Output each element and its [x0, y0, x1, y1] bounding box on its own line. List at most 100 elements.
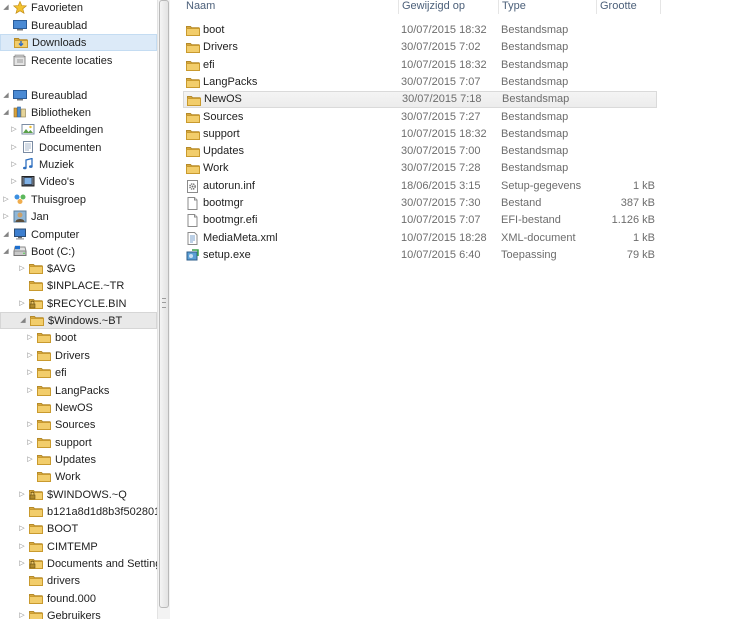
- file-row[interactable]: Updates 30/07/2015 7:00 Bestandsmap: [183, 143, 657, 160]
- collapsed-arrow-icon[interactable]: ▷: [10, 161, 18, 169]
- nav-item[interactable]: ▷ Muziek: [0, 156, 157, 173]
- nav-item[interactable]: ◢ Bibliotheken: [0, 104, 157, 121]
- collapsed-arrow-icon[interactable]: ▷: [2, 196, 10, 204]
- nav-item[interactable]: ▷ $WINDOWS.~Q: [0, 486, 157, 503]
- expanded-arrow-icon[interactable]: ◢: [2, 92, 10, 100]
- expanded-arrow-icon[interactable]: ◢: [2, 4, 10, 12]
- collapsed-arrow-icon[interactable]: ▷: [26, 334, 34, 342]
- nav-item[interactable]: ◢ Boot (C:): [0, 243, 157, 260]
- expanded-arrow-icon[interactable]: ◢: [2, 109, 10, 117]
- collapsed-arrow-icon[interactable]: ▷: [10, 144, 18, 152]
- nav-item[interactable]: Bureaublad: [0, 17, 157, 34]
- nav-item[interactable]: found.000: [0, 590, 157, 607]
- file-row[interactable]: setup.exe 10/07/2015 6:40 Toepassing 79 kB: [183, 247, 657, 264]
- collapsed-arrow-icon[interactable]: ▷: [10, 126, 18, 134]
- nav-item[interactable]: ▷ support: [0, 434, 157, 451]
- pictures-library-icon: [21, 123, 36, 137]
- file-type: XML-document: [501, 231, 576, 244]
- no-arrow: [2, 22, 10, 30]
- collapsed-arrow-icon[interactable]: ▷: [26, 421, 34, 429]
- expanded-arrow-icon[interactable]: ◢: [19, 317, 27, 325]
- nav-item[interactable]: ▷ Documenten: [0, 139, 157, 156]
- collapsed-arrow-icon[interactable]: ▷: [26, 352, 34, 360]
- nav-item[interactable]: ▷ Afbeeldingen: [0, 121, 157, 138]
- nav-item[interactable]: ▷ boot: [0, 329, 157, 346]
- file-row[interactable]: bootmgr.efi 10/07/2015 7:07 EFI-bestand 1.1…: [183, 212, 657, 229]
- nav-item[interactable]: ▷ $AVG: [0, 260, 157, 277]
- nav-item[interactable]: b121a8d1d8b3f502801d: [0, 503, 157, 520]
- nav-item[interactable]: ▷ Documents and Settings: [0, 555, 157, 572]
- nav-item[interactable]: ◢ Bureaublad: [0, 87, 157, 104]
- file-row[interactable]: NewOS 30/07/2015 7:18 Bestandsmap: [183, 91, 657, 109]
- nav-scrollbar-thumb[interactable]: [159, 0, 169, 608]
- collapsed-arrow-icon[interactable]: ▷: [18, 612, 26, 619]
- file-row[interactable]: boot 10/07/2015 18:32 Bestandsmap: [183, 22, 657, 39]
- collapsed-arrow-icon[interactable]: ▷: [18, 491, 26, 499]
- nav-item[interactable]: Recente locaties: [0, 52, 157, 69]
- nav-item-label: $AVG: [47, 262, 76, 275]
- file-row[interactable]: MediaMeta.xml 10/07/2015 18:28 XML-documen…: [183, 230, 657, 247]
- collapsed-arrow-icon[interactable]: ▷: [10, 178, 18, 186]
- column-header-size[interactable]: Grootte: [597, 0, 661, 14]
- nav-item[interactable]: ▷ efi: [0, 364, 157, 381]
- file-row[interactable]: bootmgr 30/07/2015 7:30 Bestand 387 kB: [183, 195, 657, 212]
- nav-item[interactable]: ▷ Gebruikers: [0, 607, 157, 619]
- libraries-icon: [13, 106, 28, 120]
- file-row[interactable]: Sources 30/07/2015 7:27 Bestandsmap: [183, 109, 657, 126]
- nav-item[interactable]: Downloads: [0, 34, 157, 51]
- collapsed-arrow-icon[interactable]: ▷: [26, 369, 34, 377]
- nav-item[interactable]: $INPLACE.~TR: [0, 277, 157, 294]
- column-header-type[interactable]: Type: [499, 0, 597, 14]
- collapsed-arrow-icon[interactable]: ▷: [26, 387, 34, 395]
- file-row[interactable]: support 10/07/2015 18:32 Bestandsmap: [183, 126, 657, 143]
- nav-item[interactable]: ◢ Favorieten: [0, 0, 157, 16]
- nav-item[interactable]: ▷ $RECYCLE.BIN: [0, 295, 157, 312]
- collapsed-arrow-icon[interactable]: ▷: [26, 456, 34, 464]
- file-name: Work: [203, 162, 229, 175]
- nav-item-label: Muziek: [39, 158, 74, 171]
- nav-item-label: $INPLACE.~TR: [47, 279, 125, 292]
- collapsed-arrow-icon[interactable]: ▷: [18, 300, 26, 308]
- nav-item[interactable]: drivers: [0, 572, 157, 589]
- nav-item[interactable]: ▷ Updates: [0, 451, 157, 468]
- collapsed-arrow-icon[interactable]: ▷: [26, 439, 34, 447]
- nav-scrollbar[interactable]: [157, 0, 170, 619]
- expanded-arrow-icon[interactable]: ◢: [2, 248, 10, 256]
- nav-item[interactable]: ▷ LangPacks: [0, 382, 157, 399]
- file-name: MediaMeta.xml: [203, 231, 278, 244]
- file-modified-date: 10/07/2015 18:28: [401, 231, 487, 244]
- nav-item-label: NewOS: [55, 401, 93, 414]
- collapsed-arrow-icon[interactable]: ▷: [18, 265, 26, 273]
- column-header-name[interactable]: Naam: [183, 0, 399, 14]
- expanded-arrow-icon[interactable]: ◢: [2, 231, 10, 239]
- nav-item-label: Afbeeldingen: [39, 123, 104, 136]
- nav-item-label: Drivers: [55, 349, 90, 362]
- file-row[interactable]: Work 30/07/2015 7:28 Bestandsmap: [183, 160, 657, 177]
- file-row[interactable]: LangPacks 30/07/2015 7:07 Bestandsmap: [183, 74, 657, 91]
- column-header-date[interactable]: Gewijzigd op: [399, 0, 499, 14]
- file-type: Bestandsmap: [501, 24, 569, 36]
- collapsed-arrow-icon[interactable]: ▷: [18, 525, 26, 533]
- nav-item[interactable]: ◢ $Windows.~BT: [0, 312, 157, 329]
- file-row[interactable]: efi 10/07/2015 18:32 Bestandsmap: [183, 57, 657, 74]
- folder-icon: [37, 453, 52, 467]
- nav-item[interactable]: ▷ Thuisgroep: [0, 191, 157, 208]
- nav-item[interactable]: ◢ Computer: [0, 226, 157, 243]
- nav-item[interactable]: ▷ CIMTEMP: [0, 538, 157, 555]
- nav-item[interactable]: ▷ Drivers: [0, 347, 157, 364]
- downloads-folder-icon: [14, 36, 29, 50]
- nav-item-label: CIMTEMP: [47, 540, 98, 553]
- nav-item-label: efi: [55, 366, 67, 379]
- user-icon: [13, 210, 28, 224]
- nav-item[interactable]: Work: [0, 468, 157, 485]
- nav-item[interactable]: ▷ BOOT: [0, 520, 157, 537]
- file-row[interactable]: autorun.inf 18/06/2015 3:15 Setup-gegevens…: [183, 178, 657, 195]
- nav-item[interactable]: ▷ Sources: [0, 416, 157, 433]
- nav-item[interactable]: ▷ Video's: [0, 173, 157, 190]
- nav-item[interactable]: ▷ Jan: [0, 208, 157, 225]
- collapsed-arrow-icon[interactable]: ▷: [2, 213, 10, 221]
- collapsed-arrow-icon[interactable]: ▷: [18, 560, 26, 568]
- collapsed-arrow-icon[interactable]: ▷: [18, 543, 26, 551]
- file-row[interactable]: Drivers 30/07/2015 7:02 Bestandsmap: [183, 39, 657, 56]
- nav-item[interactable]: NewOS: [0, 399, 157, 416]
